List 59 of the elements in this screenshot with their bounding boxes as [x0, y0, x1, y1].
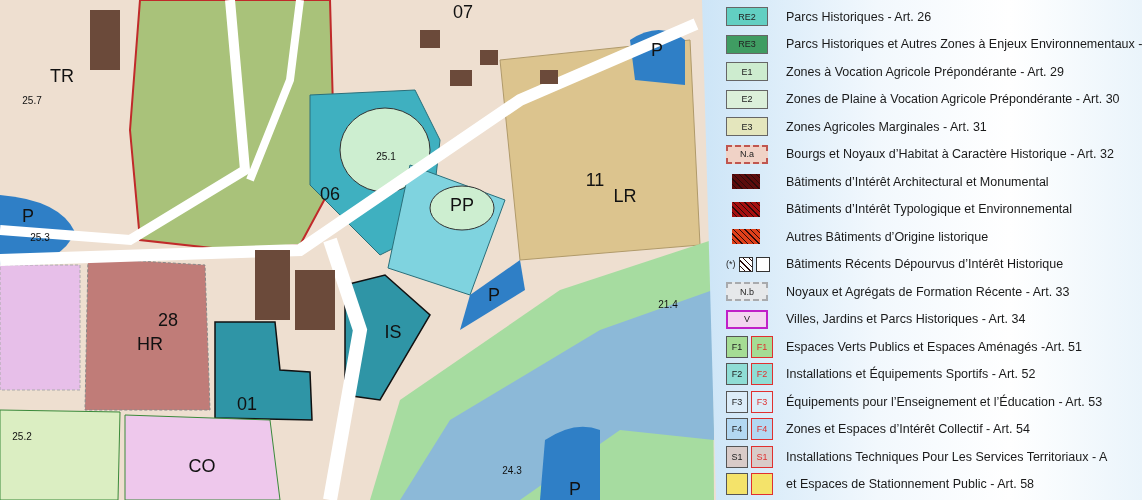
map-label: 07	[453, 2, 473, 22]
legend-swatch: F2	[751, 363, 773, 386]
legend-swatch: V	[726, 309, 768, 329]
legend-label: Installations et Équipements Sportifs - Art. 52	[786, 367, 1036, 382]
legend-swatch: S1	[751, 445, 773, 468]
map-label: HR	[137, 334, 163, 354]
legend-label: Espaces Verts Publics et Espaces Aménagés -Art. 51	[786, 339, 1082, 354]
legend-swatch: N.a	[726, 144, 768, 164]
map-label: TR	[50, 66, 74, 86]
legend-label: Zones à Vocation Agricole Prépondérante - Art. 29	[786, 64, 1064, 79]
legend-swatch: E2	[726, 89, 768, 109]
legend-swatch	[751, 473, 773, 496]
legend-label: Villes, Jardins et Parcs Historiques - Art. 34	[786, 312, 1026, 327]
map-label: 01	[237, 394, 257, 414]
legend-swatch: F3	[751, 390, 773, 413]
map-label: 25.3	[30, 232, 50, 243]
map-label: 24.3	[502, 465, 522, 476]
map-label: 06	[320, 184, 340, 204]
legend-label: Bâtiments Récents Dépourvus d’Intérêt Historique	[786, 257, 1064, 272]
legend-swatch: F4	[726, 418, 748, 441]
legend-label: Bourgs et Noyaux d’Habitat à Caractère Historique - Art. 32	[786, 147, 1114, 162]
legend-label: Bâtiments d’Intérêt Architectural et Monumental	[786, 174, 1049, 189]
legend-swatch: RE2	[726, 7, 768, 27]
map-label: IS	[384, 322, 402, 342]
map-label: P	[22, 206, 34, 226]
legend-label: Parcs Historiques - Art. 26	[786, 9, 932, 24]
map-label: 28	[158, 310, 178, 330]
map-label: P	[488, 285, 500, 305]
map-label: 25.7	[22, 95, 42, 106]
legend-swatch: F4	[751, 418, 773, 441]
map-label: 25.2	[12, 431, 32, 442]
legend-label: Bâtiments d’Intérêt Typologique et Environnemental	[786, 202, 1073, 217]
legend-swatch: RE3	[726, 34, 768, 54]
legend-label: Installations Techniques Pour Les Services Territoriaux - A	[786, 449, 1108, 464]
legend-label: Noyaux et Agrégats de Formation Récente - Art. 33	[786, 284, 1070, 299]
legend-label: Zones de Plaine à Vocation Agricole Prépondérante - Art. 30	[786, 92, 1120, 107]
map-label: 21.4	[658, 299, 678, 310]
map-label: 11	[585, 170, 605, 190]
hatch-swatch	[738, 256, 753, 272]
legend-swatch: F2	[726, 363, 748, 386]
legend-swatch: N.b	[726, 282, 768, 302]
legend-swatch: E1	[726, 62, 768, 82]
footnote-mark: (*)	[726, 259, 736, 270]
map-label: CO	[188, 456, 216, 476]
legend-label: Zones et Espaces d’Intérêt Collectif - Art. 54	[786, 422, 1030, 437]
map-label: PP	[450, 195, 474, 215]
map-label: LR	[613, 186, 637, 206]
legend-swatch: F1	[726, 335, 748, 358]
legend-swatch: E3	[726, 117, 768, 137]
legend-label: et Espaces de Stationnement Public - Art. 58	[786, 477, 1035, 492]
map-label: P	[569, 479, 581, 499]
legend-swatch: S1	[726, 445, 748, 468]
legend-label: Parcs Historiques et Autres Zones à Enjeux Environnementaux -	[786, 37, 1142, 52]
legend-swatch: F3	[726, 390, 748, 413]
map-label: 25.1	[376, 151, 396, 162]
legend-label: Équipements pour l’Enseignement et l’Éducation - Art. 53	[786, 394, 1103, 409]
legend-label: Zones Agricoles Marginales - Art. 31	[786, 119, 987, 134]
legend-swatch: F1	[751, 335, 773, 358]
legend-label: Autres Bâtiments d’Origine listorique	[786, 229, 989, 244]
